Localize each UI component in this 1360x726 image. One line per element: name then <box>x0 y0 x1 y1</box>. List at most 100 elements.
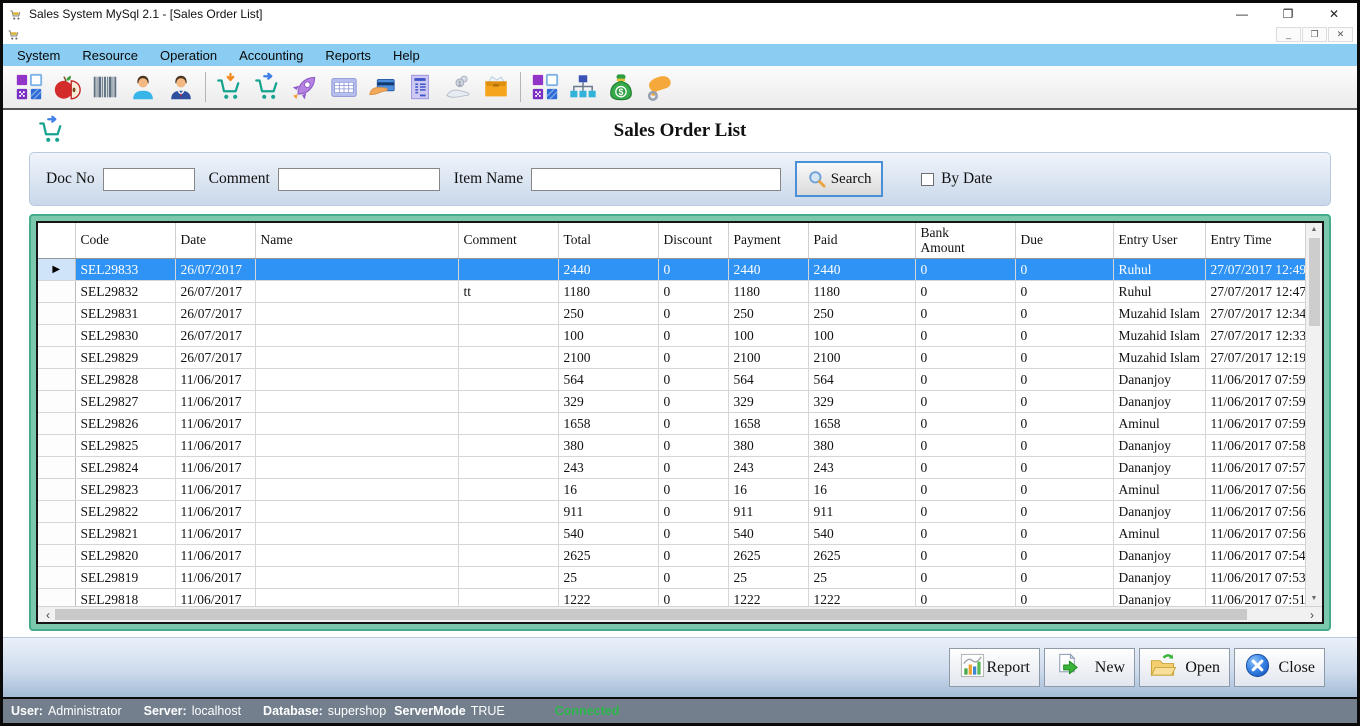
menu-item-help[interactable]: Help <box>382 44 431 66</box>
scroll-right-icon[interactable]: › <box>1305 608 1319 622</box>
vertical-scrollbar[interactable]: ▲ ▼ <box>1305 223 1322 606</box>
close-button[interactable]: ✕ <box>1311 3 1357 24</box>
table-row[interactable]: SEL2982711/06/2017329032932900Dananjoy11… <box>38 390 1305 412</box>
mdi-minimize-button[interactable]: _ <box>1276 27 1301 42</box>
table-row[interactable]: SEL2982311/06/2017160161600Aminul11/06/2… <box>38 478 1305 500</box>
scroll-left-icon[interactable]: ‹ <box>41 608 55 622</box>
mdi-restore-button[interactable]: ❐ <box>1302 27 1327 42</box>
receive-money-icon[interactable]: 1 <box>439 68 477 106</box>
item-name-input[interactable] <box>531 168 781 191</box>
column-header-date[interactable]: Date <box>175 223 255 258</box>
column-header-bank-amount[interactable]: Bank Amount <box>915 223 1015 258</box>
product-apple-icon[interactable] <box>48 68 86 106</box>
table-row[interactable]: SEL2983226/07/2017tt118001180118000Ruhul… <box>38 280 1305 302</box>
column-header-total[interactable]: Total <box>558 223 658 258</box>
table-cell: 911 <box>558 500 658 522</box>
employee-icon[interactable] <box>162 68 200 106</box>
column-header-comment[interactable]: Comment <box>458 223 558 258</box>
menu-item-reports[interactable]: Reports <box>314 44 382 66</box>
column-header-entry-time[interactable]: Entry Time <box>1205 223 1305 258</box>
column-header-name[interactable]: Name <box>255 223 458 258</box>
horizontal-scrollbar[interactable]: ‹ › <box>38 606 1322 622</box>
invoice-form-icon[interactable] <box>325 68 363 106</box>
column-header-entry-user[interactable]: Entry User <box>1113 223 1205 258</box>
receipt-icon[interactable] <box>401 68 439 106</box>
table-cell: SEL29818 <box>75 588 175 606</box>
table-row[interactable]: SEL2981911/06/2017250252500Dananjoy11/06… <box>38 566 1305 588</box>
column-header-discount[interactable]: Discount <box>658 223 728 258</box>
table-row[interactable]: SEL2982011/06/2017262502625262500Dananjo… <box>38 544 1305 566</box>
column-header-code[interactable]: Code <box>75 223 175 258</box>
sales-cart-icon[interactable] <box>249 68 287 106</box>
row-selector-cell[interactable] <box>38 566 75 588</box>
barcode-icon[interactable] <box>86 68 124 106</box>
table-row[interactable]: SEL2982211/06/2017911091191100Dananjoy11… <box>38 500 1305 522</box>
menu-item-system[interactable]: System <box>6 44 71 66</box>
report-chart-icon <box>959 652 986 684</box>
mdi-close-button[interactable]: ✕ <box>1328 27 1353 42</box>
table-row[interactable]: SEL2982511/06/2017380038038000Dananjoy11… <box>38 434 1305 456</box>
scroll-up-icon[interactable]: ▲ <box>1311 225 1318 235</box>
customer-icon[interactable] <box>124 68 162 106</box>
menu-item-accounting[interactable]: Accounting <box>228 44 314 66</box>
minimize-button[interactable]: — <box>1219 3 1265 24</box>
search-button[interactable]: Search <box>795 161 883 197</box>
column-header-due[interactable]: Due <box>1015 223 1113 258</box>
row-selector-cell[interactable] <box>38 544 75 566</box>
table-row[interactable]: SEL2983026/07/2017100010010000Muzahid Is… <box>38 324 1305 346</box>
drawer-icon[interactable] <box>477 68 515 106</box>
row-selector-cell[interactable] <box>38 522 75 544</box>
restore-button[interactable]: ❐ <box>1265 3 1311 24</box>
close-button[interactable]: Close <box>1234 648 1325 687</box>
hand-key-icon[interactable] <box>640 68 678 106</box>
vertical-scroll-thumb[interactable] <box>1309 238 1320 326</box>
table-cell: 16 <box>558 478 658 500</box>
table-row[interactable]: SEL2982611/06/2017165801658165800Aminul1… <box>38 412 1305 434</box>
table-cell: SEL29825 <box>75 434 175 456</box>
report-button[interactable]: Report <box>949 648 1040 687</box>
table-row[interactable]: SEL2981811/06/2017122201222122200Dananjo… <box>38 588 1305 606</box>
table-cell: 250 <box>808 302 915 324</box>
column-header-paid[interactable]: Paid <box>808 223 915 258</box>
row-selector-cell[interactable] <box>38 324 75 346</box>
table-cell: 27/07/2017 12:19 <box>1205 346 1305 368</box>
horizontal-scroll-thumb[interactable] <box>55 609 1247 620</box>
row-selector-cell[interactable] <box>38 456 75 478</box>
button-label: Close <box>1279 659 1315 677</box>
row-selector-cell[interactable] <box>38 280 75 302</box>
hierarchy-icon[interactable] <box>564 68 602 106</box>
scroll-down-icon[interactable]: ▼ <box>1311 594 1318 604</box>
comment-input[interactable] <box>278 168 440 191</box>
row-selector-cell[interactable] <box>38 390 75 412</box>
row-selector-cell[interactable] <box>38 302 75 324</box>
row-selector-cell[interactable] <box>38 368 75 390</box>
row-selector-cell[interactable] <box>38 588 75 606</box>
row-selector-cell[interactable] <box>38 478 75 500</box>
purchase-cart-icon[interactable] <box>211 68 249 106</box>
row-selector-cell[interactable] <box>38 500 75 522</box>
menu-item-resource[interactable]: Resource <box>71 44 149 66</box>
table-row[interactable]: SEL2982811/06/2017564056456400Dananjoy11… <box>38 368 1305 390</box>
table-cell: 1658 <box>808 412 915 434</box>
table-row[interactable]: ▶SEL2983326/07/2017244002440244000Ruhul2… <box>38 258 1305 280</box>
row-selector-cell[interactable] <box>38 412 75 434</box>
modules-icon[interactable] <box>10 68 48 106</box>
row-selector-cell[interactable]: ▶ <box>38 258 75 280</box>
table-row[interactable]: SEL2983126/07/2017250025025000Muzahid Is… <box>38 302 1305 324</box>
row-selector-cell[interactable] <box>38 434 75 456</box>
modules-2-icon[interactable] <box>526 68 564 106</box>
open-button[interactable]: Open <box>1139 648 1230 687</box>
table-row[interactable]: SEL2982111/06/2017540054054000Aminul11/0… <box>38 522 1305 544</box>
doc-no-input[interactable] <box>103 168 195 191</box>
table-cell: SEL29820 <box>75 544 175 566</box>
money-bag-icon[interactable]: $ <box>602 68 640 106</box>
by-date-checkbox[interactable] <box>921 173 934 186</box>
table-row[interactable]: SEL2982411/06/2017243024324300Dananjoy11… <box>38 456 1305 478</box>
row-selector-cell[interactable] <box>38 346 75 368</box>
new-button[interactable]: New <box>1044 648 1135 687</box>
column-header-payment[interactable]: Payment <box>728 223 808 258</box>
table-row[interactable]: SEL2982926/07/2017210002100210000Muzahid… <box>38 346 1305 368</box>
card-payment-icon[interactable] <box>363 68 401 106</box>
rocket-icon[interactable] <box>287 68 325 106</box>
menu-item-operation[interactable]: Operation <box>149 44 228 66</box>
